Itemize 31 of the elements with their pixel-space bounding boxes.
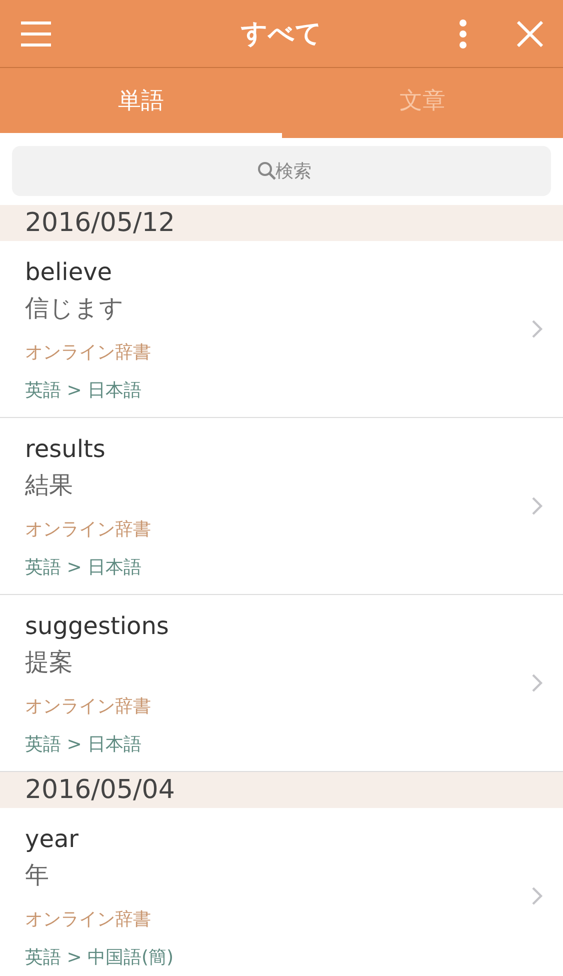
entry-row[interactable]: results 結果 オンライン辞書 英語 > 日本語 [0,418,563,595]
entry-source: オンライン辞書 [25,695,151,718]
entry-languages: 英語 > 中国語(簡) [25,946,174,969]
entry-word: suggestions [25,612,169,640]
entry-languages: 英語 > 日本語 [25,733,142,756]
entry-word: year [25,825,79,853]
entry-source: オンライン辞書 [25,908,151,931]
entry-row[interactable]: year 年 オンライン辞書 英語 > 中国語(簡) [0,808,563,976]
entry-meaning: 結果 [25,470,73,501]
search-field[interactable]: 検索 [12,146,551,196]
search-icon [257,161,277,181]
chevron-icon [531,319,543,339]
menu-icon[interactable] [20,20,52,46]
chevron-icon [531,496,543,516]
date-header: 2016/05/04 [0,772,563,808]
entry-word: results [25,435,106,463]
entry-meaning: 年 [25,860,49,891]
close-icon[interactable] [517,20,543,46]
entry-meaning: 提案 [25,647,73,678]
entry-source: オンライン辞書 [25,518,151,541]
entry-languages: 英語 > 日本語 [25,379,142,402]
entry-source: オンライン辞書 [25,341,151,364]
entry-row[interactable]: believe 信じます オンライン辞書 英語 > 日本語 [0,241,563,418]
header-title: すべて [240,18,323,51]
entry-meaning: 信じます [25,293,124,324]
more-icon[interactable] [459,18,467,48]
date-header: 2016/05/12 [0,205,563,241]
chevron-icon [531,886,543,906]
chevron-icon [531,673,543,693]
entry-languages: 英語 > 日本語 [25,556,142,579]
entry-word: believe [25,258,112,286]
